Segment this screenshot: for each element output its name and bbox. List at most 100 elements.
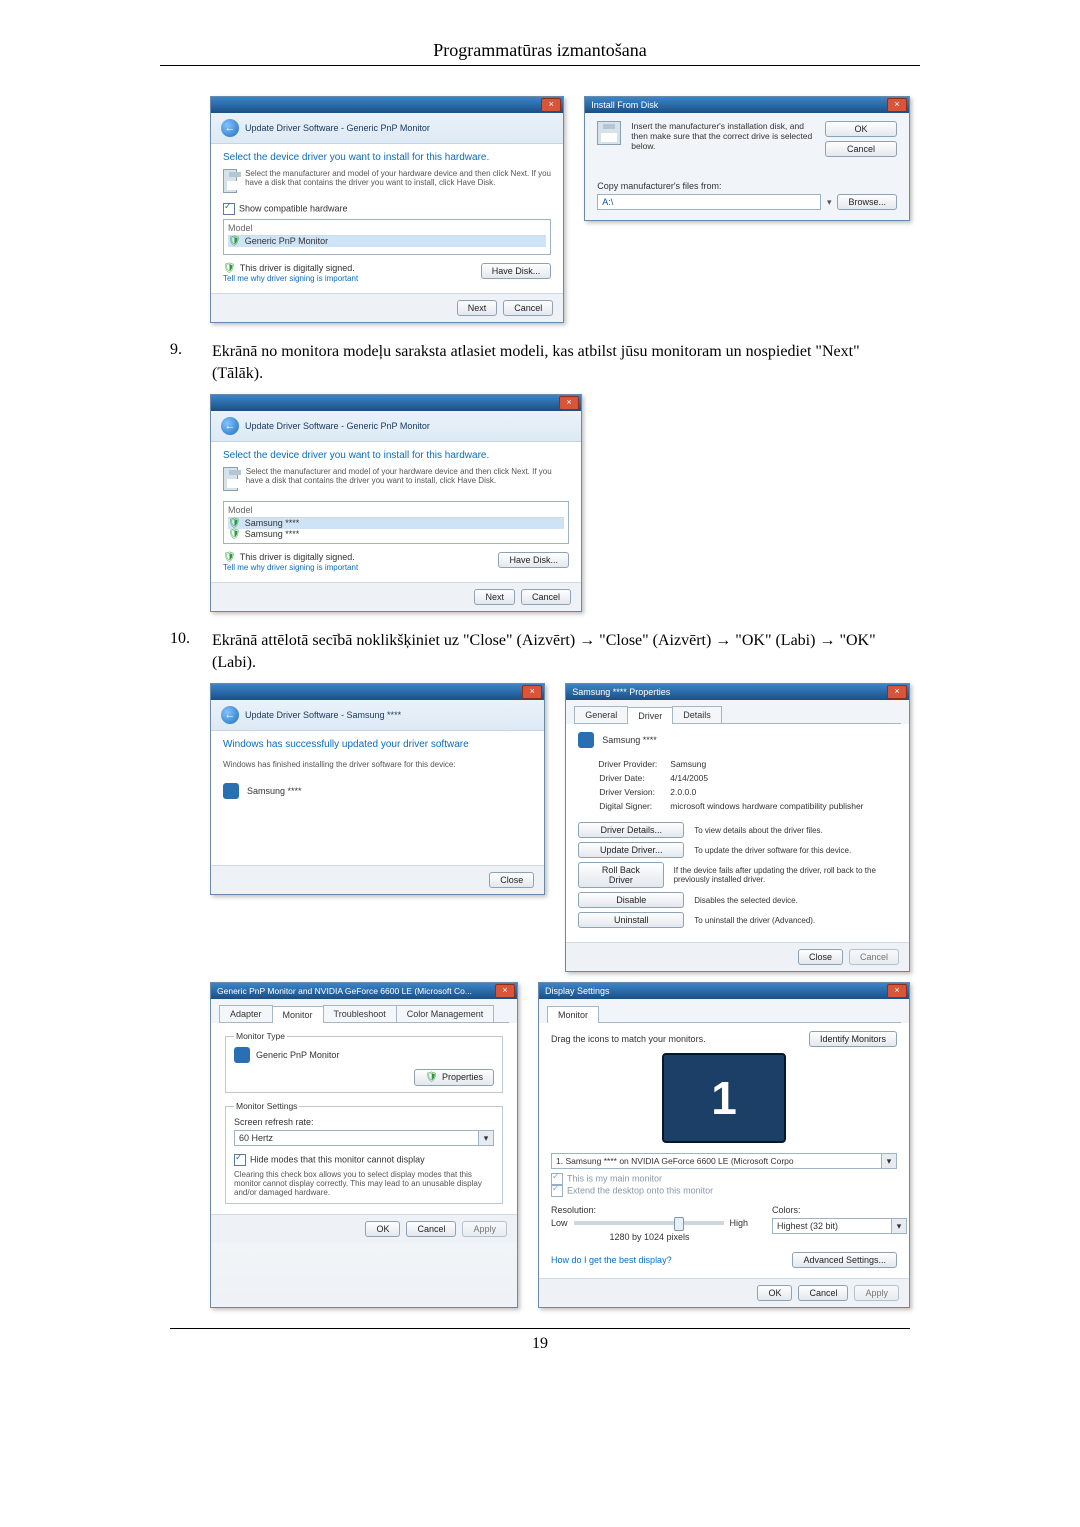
back-icon[interactable]: ←: [221, 706, 239, 724]
chevron-down-icon[interactable]: ▾: [827, 197, 832, 208]
have-disk-button[interactable]: Have Disk...: [498, 552, 569, 568]
column-header-model: Model: [228, 223, 546, 236]
best-display-link[interactable]: How do I get the best display?: [551, 1255, 672, 1265]
dialog-update-done: × ← Update Driver Software - Samsung ***…: [210, 683, 545, 895]
val-date: 4/14/2005: [669, 772, 864, 784]
apply-button[interactable]: Apply: [462, 1221, 507, 1237]
close-icon[interactable]: ×: [495, 984, 515, 998]
device-name: Samsung ****: [602, 735, 657, 745]
txt-update: To update the driver software for this d…: [694, 846, 851, 855]
dialog-update-driver-2: × ← Update Driver Software - Generic PnP…: [210, 394, 582, 612]
rollback-button[interactable]: Roll Back Driver: [578, 862, 663, 888]
refresh-rate-combo[interactable]: 60 Hertz: [234, 1130, 479, 1146]
cancel-button[interactable]: Cancel: [521, 589, 571, 605]
tab-monitor[interactable]: Monitor: [547, 1006, 599, 1023]
have-disk-button[interactable]: Have Disk...: [481, 263, 552, 279]
breadcrumb: Update Driver Software - Samsung ****: [245, 710, 401, 720]
list-item[interactable]: 🛡Samsung ****: [228, 518, 564, 529]
dialog-title: Display Settings: [545, 986, 610, 996]
list-item[interactable]: 🛡Generic PnP Monitor: [228, 236, 546, 247]
monitor-preview[interactable]: 1: [662, 1053, 786, 1143]
close-button[interactable]: Close: [489, 872, 534, 888]
hide-modes-label: Hide modes that this monitor cannot disp…: [250, 1155, 425, 1165]
extend-desktop-checkbox: [551, 1185, 563, 1197]
column-header-model: Model: [228, 505, 564, 518]
disk-icon: [223, 169, 237, 193]
list-item[interactable]: 🛡Samsung ****: [228, 529, 564, 540]
tab-monitor[interactable]: Monitor: [272, 1006, 324, 1023]
browse-button[interactable]: Browse...: [837, 194, 897, 210]
next-button[interactable]: Next: [457, 300, 498, 316]
cancel-button[interactable]: Cancel: [825, 141, 897, 157]
cancel-button[interactable]: Cancel: [406, 1221, 456, 1237]
txt-disable: Disables the selected device.: [694, 896, 798, 905]
val-signer: microsoft windows hardware compatibility…: [669, 800, 864, 812]
device-name: Samsung ****: [247, 786, 302, 796]
update-driver-button[interactable]: Update Driver...: [578, 842, 684, 858]
colors-combo[interactable]: Highest (32 bit): [772, 1218, 892, 1234]
monitor-type-value: Generic PnP Monitor: [256, 1050, 339, 1060]
hide-modes-description: Clearing this check box allows you to se…: [234, 1170, 494, 1197]
driver-details-button[interactable]: Driver Details...: [578, 822, 684, 838]
tab-details[interactable]: Details: [672, 706, 722, 723]
hide-modes-checkbox[interactable]: [234, 1154, 246, 1166]
ok-button[interactable]: OK: [757, 1285, 792, 1301]
close-icon[interactable]: ×: [887, 98, 907, 112]
success-heading: Windows has successfully updated your dr…: [223, 739, 532, 750]
dialog-install-from-disk: Install From Disk × Insert the manufactu…: [584, 96, 910, 221]
ok-button[interactable]: OK: [825, 121, 897, 137]
dialog-title: Install From Disk: [591, 100, 658, 110]
disable-button[interactable]: Disable: [578, 892, 684, 908]
advanced-settings-button[interactable]: Advanced Settings...: [792, 1252, 897, 1268]
chevron-down-icon[interactable]: ▾: [882, 1153, 897, 1169]
monitor-icon: [234, 1047, 250, 1063]
properties-button[interactable]: 🛡Properties: [414, 1069, 494, 1086]
page-number: 19: [170, 1328, 910, 1353]
tab-color-management[interactable]: Color Management: [396, 1005, 495, 1022]
uninstall-button[interactable]: Uninstall: [578, 912, 684, 928]
back-icon[interactable]: ←: [221, 119, 239, 137]
tab-adapter[interactable]: Adapter: [219, 1005, 273, 1022]
close-icon[interactable]: ×: [887, 685, 907, 699]
signing-link[interactable]: Tell me why driver signing is important: [223, 563, 358, 572]
page-header: Programmatūras izmantošana: [0, 40, 1080, 61]
shield-icon: 🛡: [223, 263, 236, 274]
next-button[interactable]: Next: [474, 589, 515, 605]
close-icon[interactable]: ×: [559, 396, 579, 410]
chevron-down-icon[interactable]: ▾: [892, 1218, 907, 1234]
show-compatible-checkbox[interactable]: [223, 203, 235, 215]
disk-icon: [597, 121, 621, 145]
path-combo[interactable]: A:\: [597, 194, 821, 210]
tab-troubleshoot[interactable]: Troubleshoot: [323, 1005, 397, 1022]
monitor-select-combo[interactable]: 1. Samsung **** on NVIDIA GeForce 6600 L…: [551, 1153, 882, 1169]
monitor-icon: [578, 732, 594, 748]
refresh-rate-label: Screen refresh rate:: [234, 1117, 494, 1127]
identify-monitors-button[interactable]: Identify Monitors: [809, 1031, 897, 1047]
tab-driver[interactable]: Driver: [627, 707, 673, 724]
signing-link[interactable]: Tell me why driver signing is important: [223, 274, 358, 283]
cancel-button[interactable]: Cancel: [849, 949, 899, 965]
step-9-text: Ekrānā no monitora modeļu saraksta atlas…: [212, 341, 910, 384]
apply-button[interactable]: Apply: [854, 1285, 899, 1301]
main-monitor-label: This is my main monitor: [567, 1174, 662, 1184]
close-icon[interactable]: ×: [541, 98, 561, 112]
chevron-down-icon[interactable]: ▾: [479, 1130, 494, 1146]
dialog-update-driver-1: × ← Update Driver Software - Generic PnP…: [210, 96, 564, 323]
signed-label: This driver is digitally signed.: [240, 263, 355, 273]
back-icon[interactable]: ←: [221, 417, 239, 435]
step-number-10: 10.: [170, 630, 194, 673]
dialog-device-properties: Samsung **** Properties × General Driver…: [565, 683, 910, 972]
lbl-provider: Driver Provider:: [598, 758, 667, 770]
close-button[interactable]: Close: [798, 949, 843, 965]
val-provider: Samsung: [669, 758, 864, 770]
cancel-button[interactable]: Cancel: [798, 1285, 848, 1301]
breadcrumb: Update Driver Software - Generic PnP Mon…: [245, 123, 430, 133]
close-icon[interactable]: ×: [522, 685, 542, 699]
close-icon[interactable]: ×: [887, 984, 907, 998]
resolution-slider[interactable]: [574, 1221, 724, 1225]
tab-general[interactable]: General: [574, 706, 628, 723]
dialog-monitor-properties: Generic PnP Monitor and NVIDIA GeForce 6…: [210, 982, 518, 1308]
wizard-heading: Select the device driver you want to ins…: [223, 152, 551, 163]
cancel-button[interactable]: Cancel: [503, 300, 553, 316]
ok-button[interactable]: OK: [365, 1221, 400, 1237]
